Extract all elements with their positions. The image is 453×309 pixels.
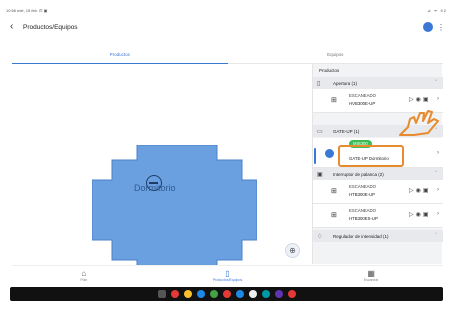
floor-plan-map[interactable]: Dormitorio ⊕ — [12, 65, 310, 275]
app-icon[interactable] — [235, 290, 244, 298]
category-label: Interruptor de palanca (2) — [333, 171, 384, 177]
topbar-actions: ⋮ — [423, 22, 445, 32]
highlight-annotation — [338, 145, 404, 167]
bulb-icon: ♢ — [317, 233, 323, 240]
app-icon[interactable] — [183, 290, 192, 298]
app-icon[interactable] — [209, 290, 218, 298]
selection-indicator — [314, 148, 316, 164]
app-icon[interactable] — [248, 290, 257, 298]
category-interruptor[interactable]: ▣ Interruptor de palanca (2) ˆ — [313, 168, 443, 180]
locate-icon[interactable]: ⊕ — [285, 243, 300, 258]
device-row[interactable]: ⊞ ESCANEADO HTB300E-UP ▷◉▣ › — [313, 180, 443, 204]
system-taskbar — [10, 287, 443, 301]
plan-icon: ⌂ — [81, 269, 87, 278]
room-label: Dormitorio — [134, 183, 176, 193]
device-name: HVB300E-UP — [349, 101, 376, 106]
nav-productos[interactable]: ▯ Productos/Equipos — [156, 266, 300, 287]
device-actions-icons[interactable]: ▷◉▣ — [409, 187, 431, 194]
device-status: ESCANEADO — [349, 184, 376, 189]
chevron-right-icon[interactable]: › — [437, 187, 439, 193]
chevron-right-icon[interactable]: › — [437, 211, 439, 217]
qr-icon: ▦ — [367, 269, 375, 278]
status-icons: ⊿ ᯤ 92 — [427, 8, 447, 13]
product-icon: ▯ — [225, 269, 230, 278]
device-icon: ⊞ — [331, 212, 337, 219]
device-icon: ⊞ — [331, 97, 337, 104]
app-icon[interactable] — [222, 290, 231, 298]
door-icon: ▯ — [317, 80, 321, 87]
app-icon[interactable] — [261, 290, 270, 298]
chevron-up-icon: ˆ — [435, 171, 437, 177]
device-status: ESCANEADO — [349, 208, 376, 213]
device-name: HTB300ES-UP — [349, 216, 378, 221]
pointing-hand-icon — [399, 110, 439, 136]
nav-label: Productos/Equipos — [212, 278, 243, 282]
nav-label: Plan — [80, 278, 88, 282]
nav-label: Escanear — [363, 278, 379, 282]
category-regulador[interactable]: ♢ Regulador de intensidad (1) ˇ — [313, 230, 443, 242]
room-shape[interactable] — [92, 145, 257, 275]
nav-plan[interactable]: ⌂ Plan — [12, 266, 156, 287]
bottom-nav: ⌂ Plan ▯ Productos/Equipos ▦ Escanear — [12, 265, 443, 287]
app-icon[interactable] — [170, 290, 179, 298]
kebab-icon[interactable]: ⋮ — [437, 23, 445, 32]
category-label: GATE-UP (1) — [333, 128, 360, 134]
app-screen: 10:56 mié, 15 feb. ⊡ ▣ ⊿ ᯤ 92 ‹ Producto… — [0, 0, 453, 309]
device-name: HTB300E-UP — [349, 192, 376, 197]
profile-icon[interactable] — [423, 22, 433, 32]
device-icon: ⊞ — [331, 188, 337, 195]
category-apertura[interactable]: ▯ Apertura (1) ˆ — [313, 77, 443, 89]
chevron-down-icon: ˇ — [435, 233, 437, 239]
device-row[interactable]: ⊞ ESCANEADO HTB300ES-UP ▷◉▣ › — [313, 204, 443, 228]
app-icon[interactable] — [196, 290, 205, 298]
tab-equipos[interactable]: Equipos — [228, 48, 444, 63]
arrow-left-icon[interactable]: ‹ — [10, 22, 20, 32]
tab-bar: Productos Equipos — [12, 48, 443, 64]
device-status: ESCANEADO — [349, 93, 376, 98]
chevron-right-icon[interactable]: › — [437, 96, 439, 102]
panel-title: Productos — [319, 68, 340, 73]
top-bar: ‹ Productos/Equipos ⋮ — [10, 18, 445, 36]
category-label: Apertura (1) — [333, 80, 358, 86]
app-grid-icon[interactable] — [157, 290, 166, 298]
device-actions-icons[interactable]: ▷◉▣ — [409, 211, 431, 218]
switch-icon: ▣ — [317, 171, 323, 178]
chevron-up-icon: ˆ — [435, 80, 437, 86]
status-time: 10:56 mié, 15 feb. ⊡ ▣ — [6, 8, 48, 13]
page-title: Productos/Equipos — [23, 23, 78, 31]
app-icon[interactable] — [287, 290, 296, 298]
device-actions-icons[interactable]: ▷◉▣ — [409, 96, 431, 103]
category-label: Regulador de intensidad (1) — [333, 233, 389, 239]
gate-icon: ▭ — [317, 128, 323, 135]
nav-escanear[interactable]: ▦ Escanear — [299, 266, 443, 287]
chevron-right-icon[interactable]: › — [437, 150, 439, 156]
app-icon[interactable] — [274, 290, 283, 298]
device-selected-icon — [325, 149, 334, 158]
status-bar: 10:56 mié, 15 feb. ⊡ ▣ ⊿ ᯤ 92 — [6, 8, 447, 16]
tab-productos[interactable]: Productos — [12, 48, 228, 64]
